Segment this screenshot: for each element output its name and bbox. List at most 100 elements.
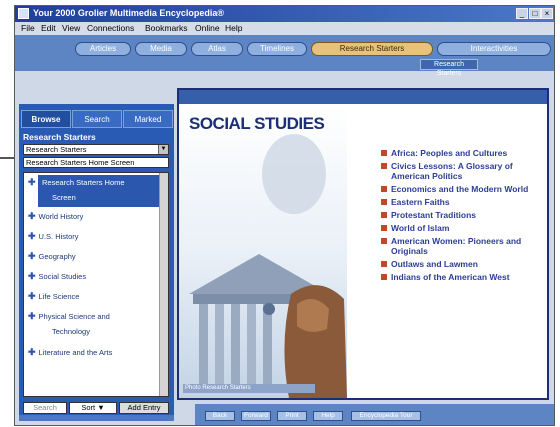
plus-icon: ✚ [28, 251, 36, 261]
tree-item-geography[interactable]: ✚ Geography [28, 251, 76, 262]
tab-search[interactable]: Search [72, 110, 122, 128]
panel-tabs: Browse Search Marked [19, 110, 174, 128]
topic-link[interactable]: World of Islam [379, 223, 544, 233]
tree-item-physical-science[interactable]: ✚ Physical Science and [28, 311, 110, 322]
panel-footer [19, 415, 174, 421]
page-title: SOCIAL STUDIES [189, 114, 325, 133]
bullet-icon [381, 150, 387, 156]
tree-expand-icon[interactable]: ✚ [28, 177, 36, 188]
sort-dropdown[interactable]: Sort ▼ [69, 402, 117, 414]
topic-link[interactable]: Economics and the Modern World [379, 184, 544, 194]
menu-view[interactable]: View [62, 23, 80, 33]
menu-online[interactable]: Online [195, 23, 220, 33]
bullet-icon [381, 274, 387, 280]
bottom-toolbar: Back Forward Print Help Encyclopedia Tou… [195, 404, 554, 425]
topic-label: Economics and the Modern World [391, 184, 529, 194]
bullet-icon [381, 238, 387, 244]
close-button[interactable]: × [541, 8, 553, 19]
nav-timelines[interactable]: Timelines [247, 42, 307, 56]
chevron-down-icon[interactable]: ▼ [158, 145, 168, 154]
tree-item-label: U.S. History [38, 232, 79, 241]
feature-nav: Articles Media Atlas Timelines Research … [15, 35, 554, 77]
topic-link[interactable]: Protestant Traditions [379, 210, 544, 220]
bullet-icon [381, 186, 387, 192]
bottom-search-field[interactable]: Search [23, 402, 67, 414]
topic-link[interactable]: Civics Lessons: A Glossary of American P… [379, 161, 544, 181]
tree-selected-item[interactable]: Research Starters Home Screen [38, 175, 166, 207]
tree-item-label: World History [38, 212, 84, 221]
content-top-strip [179, 90, 547, 104]
tree-selected-line-2: Screen [52, 193, 76, 202]
menu-edit[interactable]: Edit [41, 23, 56, 33]
print-button[interactable]: Print [277, 411, 307, 421]
plus-icon: ✚ [28, 347, 36, 357]
hero-illustration [179, 104, 347, 398]
topic-label: American Women: Pioneers and Originals [391, 236, 522, 256]
back-button[interactable]: Back [205, 411, 235, 421]
tree-item-label: Literature and the Arts [38, 348, 113, 357]
hero-caption: Photo Research Starters [183, 384, 315, 393]
tab-marked[interactable]: Marked [123, 110, 173, 128]
topic-link[interactable]: American Women: Pioneers and Originals [379, 236, 544, 256]
tree-item-label: Social Studies [38, 272, 87, 281]
topic-link[interactable]: Eastern Faiths [379, 197, 544, 207]
bullet-icon [381, 212, 387, 218]
browse-panel: Browse Search Marked Research Starters R… [19, 104, 174, 421]
help-button[interactable]: Help [313, 411, 343, 421]
title-bar: Your 2000 Grolier Multimedia Encyclopedi… [15, 6, 554, 22]
window-title: Your 2000 Grolier Multimedia Encyclopedi… [33, 8, 225, 18]
nav-atlas[interactable]: Atlas [191, 42, 243, 56]
tree-item-world-history[interactable]: ✚ World History [28, 211, 83, 222]
nav-research-starters[interactable]: Research Starters [311, 42, 433, 56]
plus-icon: ✚ [28, 311, 36, 321]
app-icon [18, 8, 29, 19]
topic-label: Eastern Faiths [391, 197, 450, 207]
tree-scrollbar[interactable] [159, 173, 168, 396]
tour-button[interactable]: Encyclopedia Tour [351, 411, 421, 421]
forward-button[interactable]: Forward [241, 411, 271, 421]
category-select[interactable]: Research Starters ▼ [23, 144, 169, 155]
bullet-icon [381, 199, 387, 205]
plus-icon: ✚ [28, 291, 36, 301]
tree-item-literature[interactable]: ✚ Literature and the Arts [28, 347, 112, 358]
minimize-button[interactable]: _ [516, 8, 528, 19]
tree-item-label: Geography [38, 252, 76, 261]
plus-icon: ✚ [28, 271, 36, 281]
topic-label: Indians of the American West [391, 272, 510, 282]
bullet-icon [381, 163, 387, 169]
bullet-icon [381, 261, 387, 267]
topic-label: World of Islam [391, 223, 450, 233]
topic-label: Civics Lessons: A Glossary of American P… [391, 161, 513, 181]
encyclopedia-window: Your 2000 Grolier Multimedia Encyclopedi… [14, 5, 555, 426]
topic-field[interactable]: Research Starters Home Screen [23, 157, 169, 168]
nav-interactivities[interactable]: Interactivities [437, 42, 551, 56]
menu-file[interactable]: File [21, 23, 35, 33]
tree-item-label: Physical Science and [38, 312, 110, 321]
menu-bar: File Edit View Connections Bookmarks Onl… [15, 22, 554, 35]
tree-item-technology[interactable]: Technology [52, 327, 90, 336]
panel-heading: Research Starters [23, 132, 96, 142]
tree-item-social-studies[interactable]: ✚ Social Studies [28, 271, 86, 282]
tree-item-label: Life Science [38, 292, 80, 301]
topic-tree: ✚ Research Starters Home Screen ✚ World H… [23, 172, 169, 397]
chevron-down-icon: ▼ [97, 403, 105, 412]
menu-connections[interactable]: Connections [87, 23, 134, 33]
topic-link[interactable]: Indians of the American West [379, 272, 544, 282]
add-entry-button[interactable]: Add Entry [119, 402, 169, 414]
topic-label: Outlaws and Lawmen [391, 259, 478, 269]
nav-articles[interactable]: Articles [75, 42, 131, 56]
menu-bookmarks[interactable]: Bookmarks [145, 23, 188, 33]
tab-browse[interactable]: Browse [21, 110, 71, 128]
tree-item-life-science[interactable]: ✚ Life Science [28, 291, 79, 302]
maximize-button[interactable]: □ [529, 8, 541, 19]
menu-help[interactable]: Help [225, 23, 242, 33]
tree-item-us-history[interactable]: ✚ U.S. History [28, 231, 79, 242]
temple-statue-graphic [189, 134, 347, 398]
subtab-research-starters[interactable]: Research Starters [420, 59, 478, 77]
topic-link[interactable]: Outlaws and Lawmen [379, 259, 544, 269]
plus-icon: ✚ [28, 211, 36, 221]
nav-media[interactable]: Media [135, 42, 187, 56]
topic-link[interactable]: Africa: Peoples and Cultures [379, 148, 544, 158]
plus-icon: ✚ [28, 231, 36, 241]
category-select-value: Research Starters [26, 145, 87, 154]
